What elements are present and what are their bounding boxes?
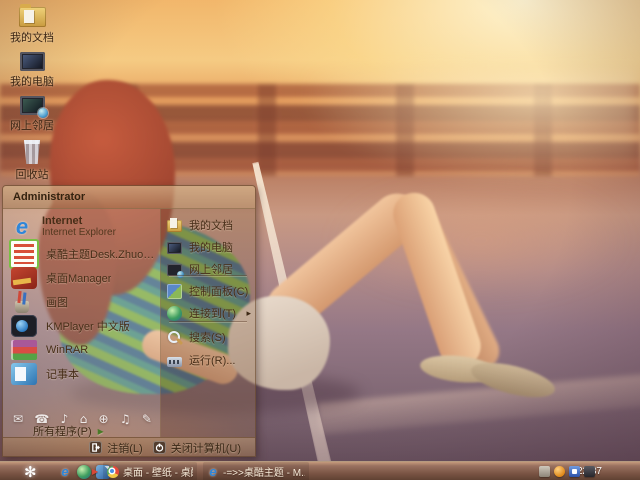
power-icon	[153, 441, 166, 454]
taskbar-task-chrome[interactable]: 桌面 - 壁纸 - 桌酷...	[103, 462, 197, 480]
menu-separator	[169, 321, 247, 322]
start-logo-icon: ✻	[24, 463, 37, 480]
tray-unplug-icon[interactable]	[539, 466, 550, 477]
tray-security-icon[interactable]	[554, 466, 565, 477]
submenu-arrow-icon: ▸	[246, 308, 251, 319]
my-computer-icon	[167, 242, 182, 254]
my-documents-icon	[19, 7, 46, 27]
control-panel-icon	[167, 284, 182, 299]
start-menu-item-internet[interactable]: e Internet Internet Explorer	[9, 212, 156, 242]
log-off-button[interactable]: 注销(L)	[89, 440, 142, 456]
all-programs-label: 所有程序(P)	[33, 423, 92, 439]
connect-to-icon	[167, 306, 182, 321]
start-menu-item-title: 桌面Manager	[46, 270, 111, 286]
manager-app-icon	[11, 267, 37, 289]
desktop-icon-label: 我的文档	[10, 29, 54, 45]
edit-icon[interactable]: ✎	[142, 412, 152, 426]
search-icon	[167, 330, 182, 345]
start-menu-item-winrar[interactable]: WinRAR	[9, 338, 156, 362]
desktop-icon-label: 我的电脑	[10, 73, 54, 89]
start-menu-item-zhuoku-theme[interactable]: 桌酷主题Desk.ZhuoKu.Com	[9, 242, 156, 266]
start-menu-item-title: 记事本	[46, 366, 79, 382]
start-menu-item-paint[interactable]: 画图	[9, 290, 156, 314]
start-menu-item-notepad[interactable]: 记事本	[9, 362, 156, 386]
desktop-icon-label: 网上邻居	[10, 117, 54, 133]
task-title: 桌面 - 壁纸 - 桌酷...	[123, 464, 193, 479]
quick-launch-browser-icon[interactable]	[77, 465, 91, 479]
start-menu-item-title: Internet	[42, 215, 116, 227]
kmplayer-icon	[11, 315, 37, 337]
menu-separator	[169, 275, 247, 276]
start-menu-pinned-column: e Internet Internet Explorer 桌酷主题Desk.Zh…	[3, 209, 161, 437]
tray-messenger-icon[interactable]	[569, 466, 580, 477]
start-menu-place-search[interactable]: 搜索(S)	[167, 325, 251, 349]
start-menu-footer: 注销(L) 关闭计算机(U)	[3, 437, 255, 457]
start-menu-item-title: 桌酷主题Desk.ZhuoKu.Com	[46, 246, 156, 262]
turn-off-label: 关闭计算机(U)	[171, 440, 241, 456]
start-menu-place-network[interactable]: 网上邻居	[167, 257, 251, 281]
start-menu-place-control-panel[interactable]: 控制面板(C)	[167, 279, 251, 303]
desktop-icon-my-documents[interactable]: 我的文档	[4, 7, 60, 45]
internet-explorer-icon: e	[9, 214, 35, 240]
network-places-icon	[20, 96, 45, 115]
desktop-icon-my-computer[interactable]: 我的电脑	[4, 52, 60, 89]
task-title: -=>>桌酷主题 - M...	[223, 464, 305, 479]
notepad-icon	[11, 363, 37, 385]
media-icon[interactable]: ♫	[120, 412, 131, 426]
start-menu-place-my-documents[interactable]: 我的文档	[167, 213, 251, 237]
taskbar-task-ie[interactable]: e -=>>桌酷主题 - M...	[203, 462, 309, 480]
wallpaper-sun-glow	[300, 70, 640, 190]
start-menu-item-title: WinRAR	[46, 344, 88, 356]
mail-icon[interactable]: ✉	[13, 412, 23, 426]
start-menu: Administrator e Internet Internet Explor…	[2, 185, 256, 457]
start-menu-header: Administrator	[3, 186, 255, 209]
start-menu-item-title: 画图	[46, 294, 68, 310]
start-menu-item-manager[interactable]: 桌面Manager	[9, 266, 156, 290]
start-menu-place-my-computer[interactable]: 我的电脑	[167, 235, 251, 259]
desktop-icon-label: 回收站	[16, 166, 49, 182]
tray-volume-icon[interactable]	[584, 466, 595, 477]
desktop: 我的文档 我的电脑 网上邻居 回收站 Administrator e Inter…	[0, 0, 640, 480]
ie-icon: e	[207, 465, 219, 479]
paint-icon	[11, 291, 37, 313]
start-menu-place-run[interactable]: 运行(R)...	[167, 348, 251, 372]
start-menu-username: Administrator	[13, 191, 85, 203]
zhuoku-theme-icon	[9, 239, 39, 269]
chrome-icon	[107, 466, 119, 478]
quick-launch-ie[interactable]: e	[58, 465, 72, 479]
my-computer-icon	[20, 52, 45, 71]
log-off-label: 注销(L)	[107, 440, 142, 456]
turn-off-computer-button[interactable]: 关闭计算机(U)	[153, 440, 241, 456]
start-menu-places-column: 我的文档 我的电脑 网上邻居 控制面板(C) 连接到(T)	[161, 209, 255, 437]
recycle-bin-icon	[23, 140, 42, 164]
all-programs-button[interactable]: 所有程序(P) ▸	[33, 423, 104, 439]
winrar-icon	[11, 340, 37, 360]
taskbar: ✻ e ▶ 桌面 - 壁纸 - 桌酷... e -=>>桌酷主题 - M... …	[0, 461, 640, 480]
start-menu-item-title: KMPlayer 中文版	[46, 318, 130, 334]
my-documents-icon	[167, 220, 182, 232]
chevron-right-icon: ▸	[98, 424, 104, 438]
desktop-icon-network-places[interactable]: 网上邻居	[4, 96, 60, 133]
desktop-icon-recycle-bin[interactable]: 回收站	[4, 140, 60, 182]
log-off-icon	[89, 441, 102, 454]
start-menu-item-subtitle: Internet Explorer	[42, 227, 116, 239]
start-menu-body: e Internet Internet Explorer 桌酷主题Desk.Zh…	[3, 209, 255, 437]
run-icon	[167, 357, 182, 367]
quick-launch-expand-arrow[interactable]: ▶	[92, 462, 98, 480]
start-menu-item-kmplayer[interactable]: KMPlayer 中文版	[9, 314, 156, 338]
wallpaper-curb-line	[317, 373, 640, 435]
start-button[interactable]: ✻	[24, 462, 37, 480]
system-tray	[539, 462, 638, 480]
